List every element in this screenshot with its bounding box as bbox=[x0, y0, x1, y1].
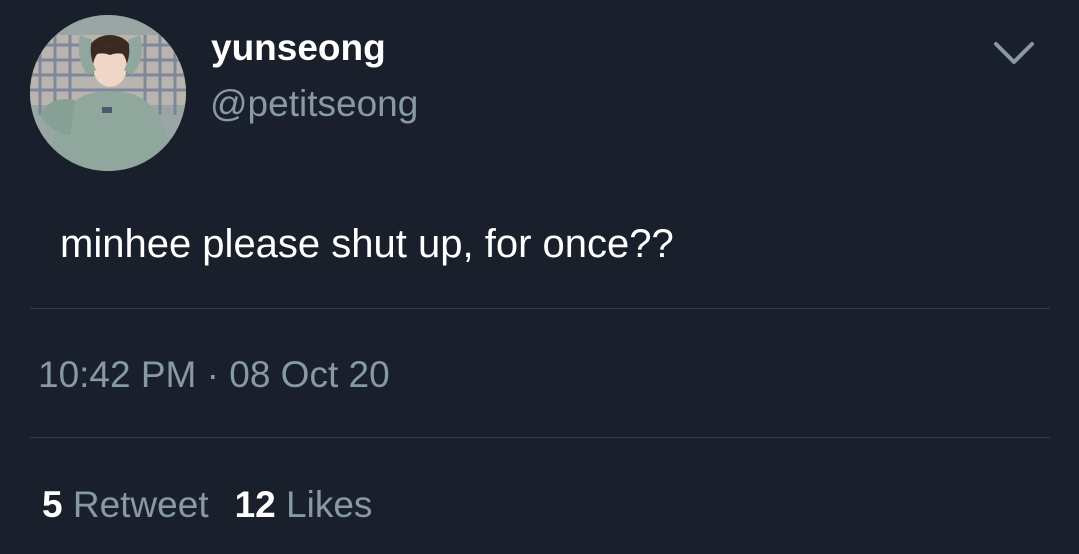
avatar[interactable] bbox=[30, 15, 186, 171]
tweet-timestamp[interactable]: 10:42 PM · 08 Oct 20 bbox=[38, 352, 390, 398]
profile-photo-image bbox=[30, 15, 186, 171]
likes-stat[interactable]: 12 Likes bbox=[235, 482, 373, 528]
retweet-count: 5 bbox=[42, 484, 63, 525]
chevron-down-icon[interactable] bbox=[988, 34, 1040, 74]
tweet-stats: 5 Retweet 12 Likes bbox=[42, 482, 372, 528]
retweet-label: Retweet bbox=[72, 484, 209, 525]
tweet-text: minhee please shut up, for once?? bbox=[60, 222, 674, 266]
author-display-name[interactable]: yunseong bbox=[211, 26, 386, 70]
likes-label: Likes bbox=[286, 484, 373, 525]
likes-count: 12 bbox=[234, 484, 276, 525]
divider bbox=[30, 437, 1050, 438]
author-handle[interactable]: @petitseong bbox=[210, 82, 418, 126]
divider bbox=[30, 308, 1050, 309]
retweet-stat[interactable]: 5 Retweet bbox=[42, 482, 209, 528]
